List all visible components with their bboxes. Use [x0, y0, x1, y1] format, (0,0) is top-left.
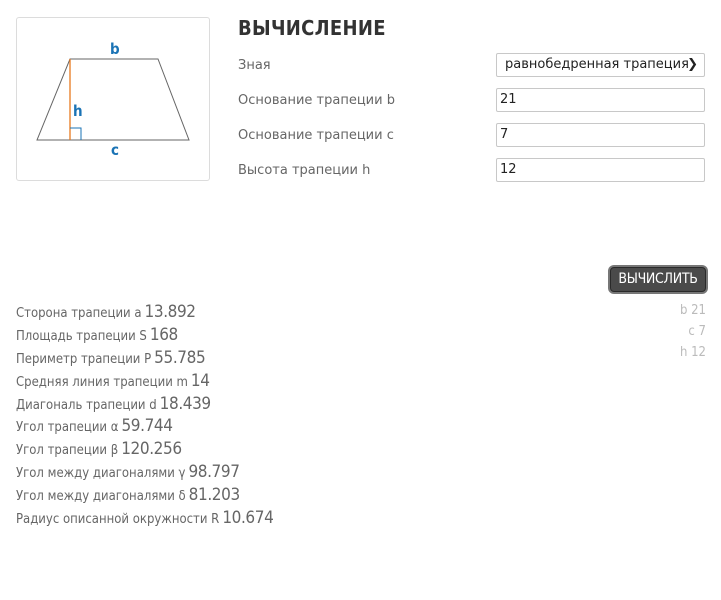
input-echo: b 21 c 7 h 12	[680, 303, 706, 366]
result-side-a: Сторона трапеции a 13.892	[16, 302, 196, 322]
result-circumradius: Радиус описанной окружности R 10.674	[16, 508, 274, 529]
known-select-value: равнобедренная трапеция	[505, 57, 689, 72]
label-b: b	[110, 40, 120, 58]
result-diagonal: Диагональ трапеции d 18.439	[16, 393, 211, 414]
known-select[interactable]: равнобедренная трапеция ❯	[496, 53, 705, 77]
trapezoid-figure: b h c	[16, 17, 210, 181]
height-h-label: Высота трапеции h	[238, 163, 371, 178]
known-label: Зная	[238, 58, 271, 73]
echo-h: h 12	[679, 345, 706, 360]
result-angle-gamma: Угол между диагоналями γ 98.797	[16, 462, 240, 483]
calculate-button[interactable]: ВЫЧИСЛИТЬ	[610, 267, 706, 292]
result-angle-alpha: Угол трапеции α 59.744	[16, 416, 173, 437]
label-h: h	[73, 102, 83, 120]
result-perimeter: Периметр трапеции P 55.785	[16, 347, 206, 368]
page-title: ВЫЧИСЛЕНИЕ	[238, 16, 386, 40]
result-angle-delta: Угол между диагоналями δ 81.203	[16, 485, 240, 506]
label-c: c	[111, 141, 119, 159]
result-angle-beta: Угол трапеции β 120.256	[16, 439, 182, 460]
trapezoid-shape	[36, 58, 190, 141]
result-area: Площадь трапеции S 168	[16, 324, 178, 345]
trapezoid-diagram: b h c	[36, 40, 190, 159]
right-angle-mark	[70, 127, 82, 140]
chevron-down-icon: ❯	[687, 57, 698, 72]
echo-b: b 21	[679, 303, 706, 318]
height-h-input[interactable]: 12	[496, 158, 705, 182]
base-c-label: Основание трапеции c	[238, 128, 394, 143]
echo-c: c 7	[688, 324, 706, 339]
base-c-input[interactable]: 7	[496, 123, 705, 147]
results-list: Сторона трапеции a 13.892 Площадь трапеци…	[16, 302, 274, 531]
result-midline: Средняя линия трапеции m 14	[16, 370, 210, 391]
base-b-input[interactable]: 21	[496, 88, 705, 112]
base-b-label: Основание трапеции b	[238, 93, 395, 108]
